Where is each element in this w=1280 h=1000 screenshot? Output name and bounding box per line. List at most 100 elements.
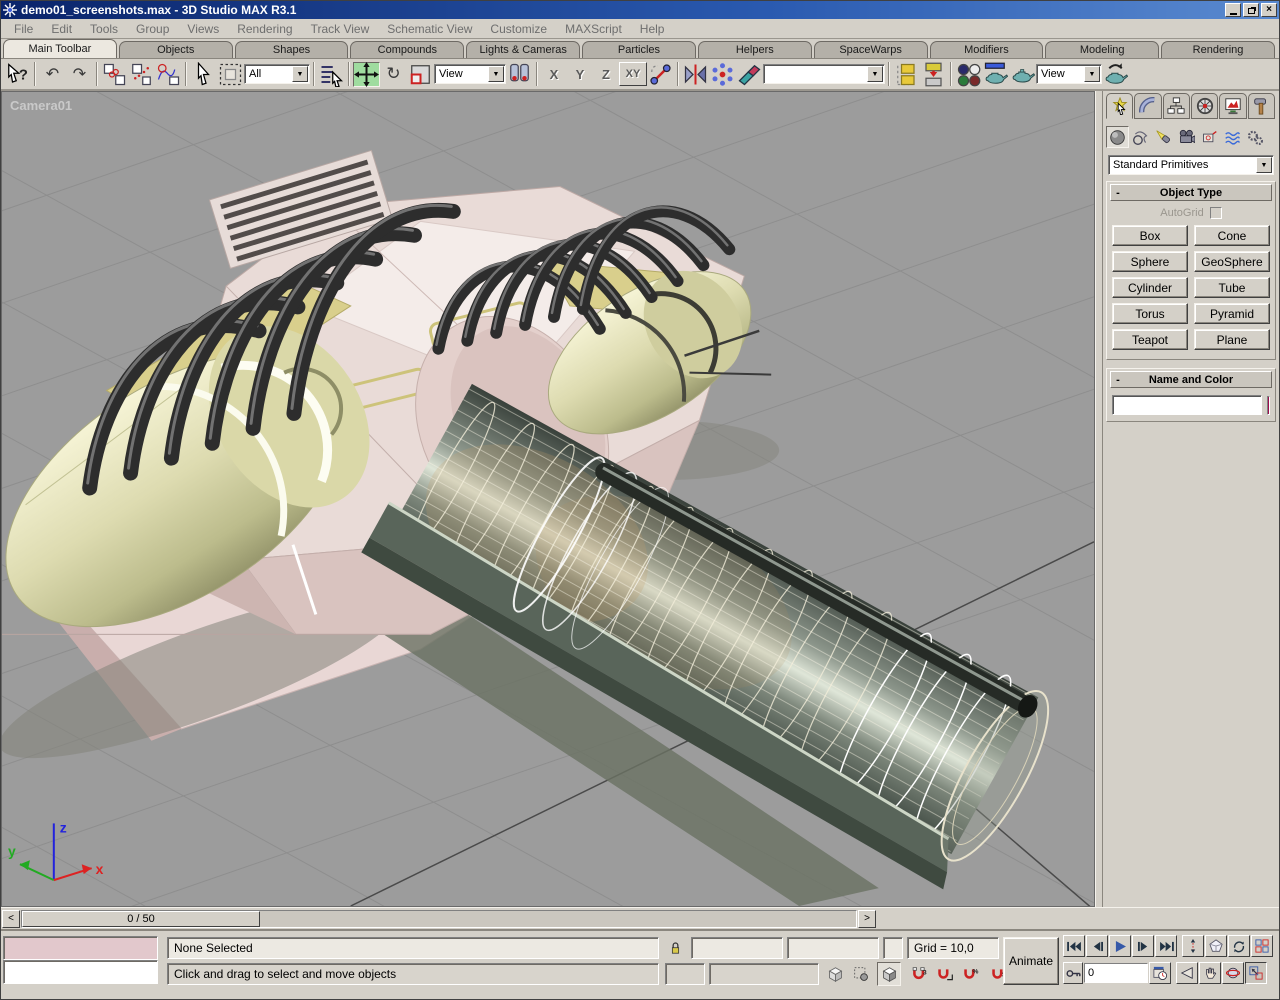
coord-z-field[interactable] — [883, 937, 903, 959]
degradation-override-icon[interactable] — [823, 962, 847, 986]
tab-create[interactable] — [1106, 93, 1133, 119]
3d-snap-icon[interactable]: 3 — [907, 962, 931, 986]
tab-main-toolbar[interactable]: Main Toolbar — [3, 39, 117, 58]
tab-objects[interactable]: Objects — [119, 41, 233, 58]
field-of-view-icon[interactable] — [1176, 962, 1198, 984]
open-schematic-view-icon[interactable] — [920, 62, 947, 87]
tab-modeling[interactable]: Modeling — [1045, 41, 1159, 58]
tab-hierarchy[interactable] — [1163, 93, 1190, 119]
zoom-extents-icon[interactable] — [1205, 935, 1227, 957]
use-pivot-point-center-icon[interactable] — [506, 62, 533, 87]
category-shapes[interactable] — [1129, 126, 1152, 148]
align-icon[interactable] — [736, 62, 763, 87]
pan-icon[interactable] — [1199, 962, 1221, 984]
frame-back-button[interactable]: < — [2, 910, 20, 928]
zoom-icon[interactable] — [1182, 935, 1204, 957]
panel-splitter[interactable] — [1095, 91, 1103, 907]
tab-particles[interactable]: Particles — [582, 41, 696, 58]
coord-x-field[interactable] — [691, 937, 783, 959]
restrict-z-button[interactable]: Z — [593, 67, 619, 82]
tab-rendering[interactable]: Rendering — [1161, 41, 1275, 58]
mirror-icon[interactable] — [682, 62, 709, 87]
category-geometry[interactable] — [1106, 126, 1129, 148]
tab-shapes[interactable]: Shapes — [235, 41, 349, 58]
name-color-header[interactable]: - Name and Color — [1110, 371, 1272, 388]
go-to-start-icon[interactable] — [1063, 935, 1085, 957]
animate-button[interactable]: Animate — [1003, 937, 1059, 985]
selection-region-toggle-icon[interactable] — [849, 962, 873, 986]
frame-forward-button[interactable]: > — [858, 910, 876, 928]
tab-utilities[interactable] — [1248, 93, 1275, 119]
maxscript-mini-listener-white[interactable] — [3, 960, 158, 984]
tab-helpers[interactable]: Helpers — [698, 41, 812, 58]
tab-display[interactable] — [1219, 93, 1246, 119]
reference-coordinate-dropdown[interactable]: View▼ — [434, 64, 506, 84]
undo-icon[interactable]: ↶ — [39, 62, 66, 87]
menu-customize[interactable]: Customize — [481, 20, 556, 38]
teapot-button[interactable]: Teapot — [1112, 329, 1188, 350]
unlink-selection-icon[interactable] — [128, 62, 155, 87]
menu-group[interactable]: Group — [127, 20, 178, 38]
restrict-x-button[interactable]: X — [541, 67, 567, 82]
open-track-view-icon[interactable] — [893, 62, 920, 87]
render-type-dropdown[interactable]: View▼ — [1036, 64, 1102, 84]
bind-to-space-warp-icon[interactable] — [155, 62, 182, 87]
cone-button[interactable]: Cone — [1194, 225, 1270, 246]
restore-button[interactable] — [1243, 3, 1259, 17]
category-lights[interactable] — [1152, 126, 1175, 148]
box-button[interactable]: Box — [1112, 225, 1188, 246]
object-type-header[interactable]: - Object Type — [1110, 184, 1272, 201]
cylinder-button[interactable]: Cylinder — [1112, 277, 1188, 298]
selection-lock-icon[interactable] — [665, 937, 685, 959]
crossing-selection-icon[interactable] — [877, 962, 901, 986]
object-name-input[interactable] — [1112, 395, 1262, 415]
category-dropdown[interactable]: Standard Primitives▼ — [1108, 155, 1274, 175]
next-frame-icon[interactable] — [1132, 935, 1154, 957]
play-icon[interactable] — [1109, 935, 1131, 957]
menu-tools[interactable]: Tools — [81, 20, 127, 38]
time-configuration-icon[interactable] — [1149, 962, 1171, 984]
time-slider-handle[interactable]: 0 / 50 — [22, 911, 260, 927]
selection-filter-dropdown[interactable]: All▼ — [244, 64, 310, 84]
previous-frame-icon[interactable] — [1086, 935, 1108, 957]
tab-modifiers[interactable]: Modifiers — [930, 41, 1044, 58]
select-by-name-icon[interactable] — [318, 62, 345, 87]
percent-snap-icon[interactable]: % — [959, 962, 983, 986]
tab-compounds[interactable]: Compounds — [350, 41, 464, 58]
restrict-xy-plane-button[interactable]: XY — [619, 62, 647, 86]
arc-rotate-selected-icon[interactable] — [1222, 962, 1244, 984]
category-cameras[interactable] — [1175, 126, 1198, 148]
menu-track-view[interactable]: Track View — [302, 20, 379, 38]
select-and-rotate-icon[interactable]: ↻ — [380, 62, 407, 87]
tab-lights-cameras[interactable]: Lights & Cameras — [466, 41, 580, 58]
category-systems[interactable] — [1244, 126, 1267, 148]
category-helpers[interactable] — [1198, 126, 1221, 148]
menu-edit[interactable]: Edit — [42, 20, 81, 38]
plane-button[interactable]: Plane — [1194, 329, 1270, 350]
material-editor-icon[interactable] — [955, 62, 982, 87]
category-space-warps[interactable] — [1221, 126, 1244, 148]
menu-file[interactable]: File — [5, 20, 42, 38]
frame-number-input[interactable] — [1084, 963, 1148, 983]
rectangular-selection-region-icon[interactable] — [217, 62, 244, 87]
maxscript-mini-listener-pink[interactable] — [3, 936, 158, 960]
inverse-kinematics-icon[interactable] — [647, 62, 674, 87]
viewport-label[interactable]: Camera01 — [10, 98, 72, 113]
min-max-toggle-icon[interactable] — [1245, 962, 1267, 984]
menu-help[interactable]: Help — [631, 20, 674, 38]
geosphere-button[interactable]: GeoSphere — [1194, 251, 1270, 272]
tab-spacewarps[interactable]: SpaceWarps — [814, 41, 928, 58]
array-icon[interactable] — [709, 62, 736, 87]
tab-modify[interactable] — [1134, 93, 1161, 119]
zoom-all-icon[interactable] — [1251, 935, 1273, 957]
help-mode-icon[interactable]: ? — [4, 62, 31, 87]
tab-motion[interactable] — [1191, 93, 1218, 119]
angle-snap-icon[interactable] — [933, 962, 957, 986]
pyramid-button[interactable]: Pyramid — [1194, 303, 1270, 324]
arc-rotate-icon[interactable] — [1228, 935, 1250, 957]
menu-views[interactable]: Views — [178, 20, 228, 38]
select-and-move-icon[interactable] — [353, 62, 380, 87]
go-to-end-icon[interactable] — [1155, 935, 1177, 957]
menu-schematic-view[interactable]: Schematic View — [378, 20, 481, 38]
restrict-y-button[interactable]: Y — [567, 67, 593, 82]
